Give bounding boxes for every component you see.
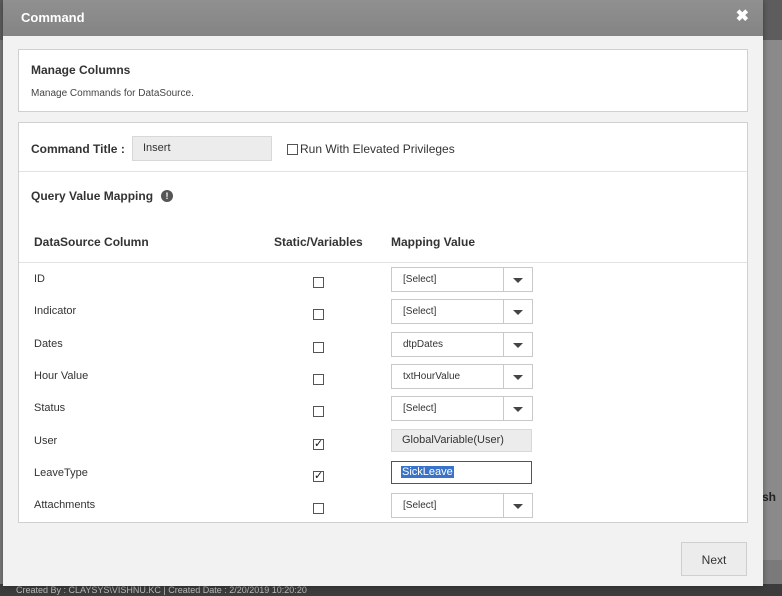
manage-columns-heading: Manage Columns — [31, 63, 131, 77]
static-variable-cell — [313, 404, 324, 422]
table-row: Hour Value txtHourValue — [19, 361, 747, 393]
mapping-value-selected: dtpDates — [403, 338, 444, 350]
datasource-column-name: Dates — [34, 337, 63, 350]
datasource-column-name: User — [34, 434, 58, 447]
datasource-column-name: Hour Value — [34, 369, 89, 382]
mapping-value-selected: [Select] — [403, 500, 437, 512]
chevron-down-icon[interactable] — [503, 300, 532, 324]
datasource-column-name: LeaveType — [34, 466, 88, 479]
table-row: LeaveType SickLeave — [19, 458, 747, 490]
static-variable-cell — [313, 437, 324, 455]
chevron-down-icon[interactable] — [503, 364, 532, 388]
chevron-down-icon[interactable] — [503, 397, 532, 421]
mapping-value-selected: [Select] — [403, 306, 437, 318]
static-variable-checkbox[interactable] — [313, 469, 324, 482]
info-icon[interactable]: ! — [161, 190, 174, 202]
static-variable-cell — [313, 307, 324, 325]
mapping-value-selected: txtHourValue — [403, 370, 461, 382]
mapping-value-select[interactable]: dtpDates — [391, 331, 533, 357]
mapping-value-select[interactable]: [Select] — [391, 267, 533, 292]
header-static-variables: Static/Variables — [274, 235, 363, 249]
manage-columns-panel: Manage Columns Manage Commands for DataS… — [18, 49, 748, 112]
dialog-title: Command — [21, 10, 85, 25]
close-icon[interactable]: ✖ — [736, 8, 749, 26]
table-row: User GlobalVariable(User) — [19, 426, 747, 458]
elevated-privileges-checkbox[interactable] — [287, 143, 298, 155]
dialog-titlebar: Command ✖ — [3, 0, 763, 36]
static-variable-checkbox[interactable] — [313, 309, 324, 321]
table-row: Status [Select] — [19, 393, 747, 425]
chevron-down-icon[interactable] — [503, 268, 532, 291]
table-row: Attachments [Select] — [19, 490, 747, 522]
elevated-privileges-option[interactable]: Run With Elevated Privileges — [287, 142, 455, 156]
mapping-value-readonly: GlobalVariable(User) — [391, 428, 532, 452]
static-variable-cell — [313, 469, 324, 487]
command-panel: Command Title : Insert Run With Elevated… — [18, 122, 748, 523]
static-variable-checkbox[interactable] — [313, 341, 324, 353]
static-variable-checkbox[interactable] — [313, 406, 324, 418]
query-value-mapping-heading: Query Value Mapping ! — [31, 189, 174, 203]
backdrop-right-panel — [762, 40, 782, 560]
mapping-value-select[interactable]: [Select] — [391, 396, 533, 422]
static-variable-cell — [313, 275, 324, 293]
static-variable-cell — [313, 501, 324, 519]
command-title-input[interactable]: Insert — [132, 136, 272, 161]
static-variable-checkbox[interactable] — [313, 437, 324, 450]
mapping-value-selected: [Select] — [403, 403, 437, 415]
divider — [19, 262, 747, 263]
mapping-value-select[interactable]: [Select] — [391, 493, 533, 519]
command-dialog: Command ✖ Manage Columns Manage Commands… — [3, 0, 763, 586]
divider — [19, 171, 747, 172]
table-row: ID [Select] — [19, 264, 747, 296]
static-variable-cell — [313, 372, 324, 390]
mapping-value-input[interactable]: SickLeave — [391, 460, 532, 484]
mapping-value-select[interactable]: txtHourValue — [391, 363, 533, 389]
header-datasource-column: DataSource Column — [34, 235, 149, 249]
datasource-column-name: ID — [34, 273, 45, 285]
datasource-column-name: Indicator — [34, 305, 77, 318]
manage-columns-description: Manage Commands for DataSource. — [31, 88, 194, 99]
table-row: Dates dtpDates — [19, 329, 747, 361]
elevated-privileges-label: Run With Elevated Privileges — [300, 142, 455, 156]
mapping-value-select[interactable]: [Select] — [391, 299, 533, 325]
backdrop-right-fragment: sh — [762, 490, 777, 504]
static-variable-checkbox[interactable] — [313, 277, 324, 288]
chevron-down-icon[interactable] — [503, 494, 532, 518]
next-button[interactable]: Next — [681, 542, 747, 576]
header-mapping-value: Mapping Value — [391, 235, 476, 249]
datasource-column-name: Status — [34, 402, 66, 415]
chevron-down-icon[interactable] — [503, 332, 532, 356]
selected-text: SickLeave — [401, 465, 454, 478]
command-title-label: Command Title : — [31, 142, 125, 156]
static-variable-checkbox[interactable] — [313, 503, 324, 515]
table-row: Indicator [Select] — [19, 296, 747, 328]
mapping-value-selected: [Select] — [403, 274, 437, 285]
datasource-column-name: Attachments — [34, 499, 96, 512]
static-variable-checkbox[interactable] — [313, 373, 324, 385]
static-variable-cell — [313, 340, 324, 358]
